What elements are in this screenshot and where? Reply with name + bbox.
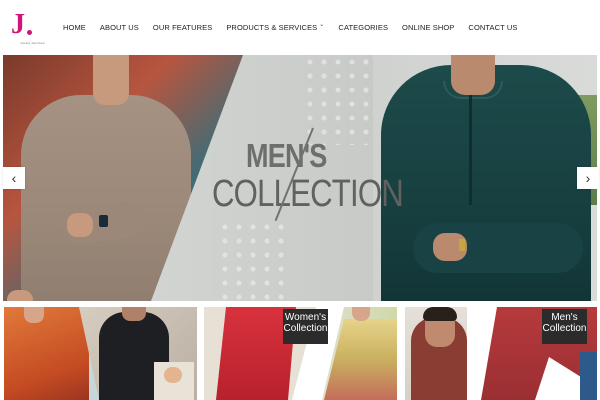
logo-subtitle: Junaid Jamshed [20,41,45,45]
watch-icon [99,215,108,227]
brand-logo[interactable]: J Junaid Jamshed [10,9,45,46]
women-collection-label[interactable]: Women's Collection [283,309,328,344]
chevron-right-icon: › [585,170,591,186]
nav-item-about-us[interactable]: ABOUT US [100,23,139,32]
tile-image-part [352,307,370,321]
hero-model-left-hand [67,213,93,237]
tile-label-line2: Collection [542,323,587,334]
nav-item-home[interactable]: HOME [63,23,86,32]
nav-label: CATEGORIES [338,22,389,32]
tile-image-part [164,367,182,383]
tile-image-part [580,352,597,400]
site-header: J Junaid Jamshed HOME ABOUT US OUR FEATU… [0,0,600,55]
hero-model-left-hand-lower [7,290,33,301]
nav-item-products-services[interactable]: PRODUCTS & SERVICES ⌄ [226,21,325,32]
hero-pattern-bottom [218,220,288,300]
men-collection-label[interactable]: Men's Collection [542,309,587,344]
nav-label: ONLINE SHOP [402,22,455,32]
logo-dot [27,30,32,35]
nav-label: PRODUCTS & SERVICES [226,22,318,32]
nav-item-contact-us[interactable]: CONTACT US [468,23,517,32]
main-navigation: HOME ABOUT US OUR FEATURES PRODUCTS & SE… [63,20,517,34]
nav-label: HOME [63,22,86,32]
tile-image-part [24,307,44,323]
nav-item-categories[interactable]: CATEGORIES [338,23,388,32]
hero-model-left-neck [93,55,129,105]
slider-prev-button[interactable]: ‹ [3,167,25,189]
tile-label-line2: Collection [283,323,328,334]
tile-label-line1: Men's [551,312,578,323]
hero-title-line2: COLLECTION [212,173,404,215]
nav-label: OUR FEATURES [152,22,213,32]
hero-model-right-placket [469,95,472,205]
nav-label: CONTACT US [468,22,518,32]
tile-image-part [423,307,457,321]
hero-title-line1: MEN'S [246,137,327,174]
nav-item-online-shop[interactable]: ONLINE SHOP [402,23,454,32]
tile-label-line1: Women's [284,312,327,323]
hero-model-right-collar [443,81,503,99]
chevron-left-icon: ‹ [11,170,17,186]
slider-next-button[interactable]: › [577,167,599,189]
logo-letter: J [11,9,25,40]
nav-label: ABOUT US [99,22,139,32]
watch-icon [459,239,465,251]
tile-image-part [4,307,89,400]
tile-image-part [122,307,146,321]
chevron-down-icon: ⌄ [319,21,325,28]
category-tile-kids[interactable] [4,307,197,400]
nav-item-our-features[interactable]: OUR FEATURES [153,23,212,32]
hero-pattern-top [303,55,373,145]
